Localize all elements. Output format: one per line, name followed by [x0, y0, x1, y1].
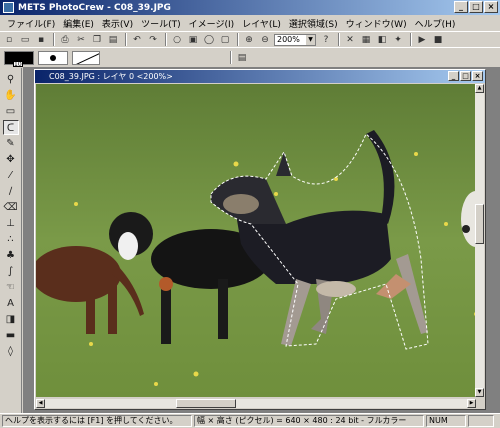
toolbar-separator	[165, 33, 167, 46]
scroll-left-icon[interactable]: ◀	[36, 399, 45, 408]
copy-icon[interactable]: ❐	[90, 33, 104, 46]
clear-icon[interactable]: ◊	[3, 344, 19, 359]
doc-maximize-button[interactable]: □	[460, 71, 471, 81]
spray-icon[interactable]: ∴	[3, 232, 19, 247]
print-icon[interactable]: ⎙	[58, 33, 72, 46]
line-icon	[76, 51, 99, 64]
smudge-icon[interactable]: ∫	[3, 264, 19, 279]
move-icon[interactable]: ✥	[3, 152, 19, 167]
menu-tools[interactable]: ツール(T)	[137, 17, 185, 30]
text-icon[interactable]: A	[3, 296, 19, 311]
rect-select-icon[interactable]: ▭	[3, 104, 19, 119]
toolbar-separator	[237, 33, 239, 46]
menu-file[interactable]: ファイル(F)	[3, 17, 59, 30]
grid-icon[interactable]: ▦	[359, 33, 373, 46]
scroll-down-icon[interactable]: ▼	[475, 388, 484, 397]
fill-icon[interactable]: ♣	[3, 248, 19, 263]
horizontal-scrollbar[interactable]: ◀ ▶	[36, 399, 476, 408]
main-toolbar: ▫ ▭ ▪ ⎙ ✂ ❐ ▤ ↶ ↷ ○ ▣ ◯ ▢ ⊕ ⊖ 200% ▼ ? ✕ …	[0, 31, 500, 47]
new-file-icon[interactable]: ▫	[2, 33, 16, 46]
open-folder-icon[interactable]: ▭	[18, 33, 32, 46]
photo-image	[36, 84, 476, 397]
stamp-icon[interactable]: ⊥	[3, 216, 19, 231]
close-button[interactable]: ×	[484, 1, 498, 13]
app-title: METS PhotoCrew - C08_39.JPG	[18, 2, 171, 13]
cut-icon[interactable]: ✂	[74, 33, 88, 46]
document-title: C08_39.JPG : レイヤ 0 <200%>	[49, 72, 173, 81]
ellipse-mode-icon[interactable]: ◯	[202, 33, 216, 46]
brush-icon[interactable]: ∕	[3, 184, 19, 199]
finger-icon[interactable]: ☜	[3, 280, 19, 295]
toolbar-separator	[125, 33, 127, 46]
image-canvas[interactable]	[36, 84, 476, 397]
frame-icon[interactable]: ▢	[218, 33, 232, 46]
document-window: C08_39.JPG : レイヤ 0 <200%> _ □ × ▲ ▼ ◀ ▶	[34, 69, 486, 410]
brush-dot-icon	[50, 54, 56, 61]
zoom-in-icon[interactable]: ⊕	[242, 33, 256, 46]
menu-view[interactable]: 表示(V)	[98, 17, 137, 30]
horizontal-scroll-thumb[interactable]	[176, 399, 236, 408]
menu-window[interactable]: ウィンドウ(W)	[342, 17, 411, 30]
status-empty	[468, 415, 494, 427]
redo-icon[interactable]: ↷	[146, 33, 160, 46]
options-bar: 10 ▤	[0, 47, 500, 67]
menu-selection[interactable]: 選択領域(S)	[285, 17, 342, 30]
color-swatch[interactable]: 10	[4, 50, 34, 68]
save-icon[interactable]: ▪	[34, 33, 48, 46]
palette-icon[interactable]: ◧	[375, 33, 389, 46]
toolbar-separator	[230, 51, 232, 64]
doc-minimize-button[interactable]: _	[448, 71, 459, 81]
app-titlebar: METS PhotoCrew - C08_39.JPG _ □ ×	[0, 0, 500, 15]
doc-close-button[interactable]: ×	[472, 71, 483, 81]
vertical-scroll-thumb[interactable]	[475, 204, 484, 244]
brush-shape-button[interactable]	[38, 50, 68, 65]
play-icon[interactable]: ▶	[415, 33, 429, 46]
brush-size-label: 10	[13, 60, 23, 68]
menu-edit[interactable]: 編集(E)	[59, 17, 98, 30]
toolbox: ⚲ ✋ ▭ ᑕ ✎ ✥ ⁄ ∕ ⌫ ⊥ ∴ ♣ ∫ ☜ A ◨ ▬ ◊	[0, 68, 22, 413]
menu-layer[interactable]: レイヤ(L)	[238, 17, 285, 30]
minimize-button[interactable]: _	[454, 1, 468, 13]
lasso-icon[interactable]: ᑕ	[2, 120, 19, 135]
undo-icon[interactable]: ↶	[130, 33, 144, 46]
rect-mode-icon[interactable]: ▣	[186, 33, 200, 46]
menu-help[interactable]: ヘルプ(H)	[411, 17, 460, 30]
crop-icon[interactable]: ✕	[343, 33, 357, 46]
stop-icon[interactable]: ■	[431, 33, 445, 46]
zoom-value: 200%	[277, 35, 300, 44]
gradient-icon[interactable]: ▬	[3, 328, 19, 343]
magic-wand-icon[interactable]: ✎	[3, 136, 19, 151]
document-icon	[37, 72, 46, 81]
shape-icon[interactable]: ◨	[3, 312, 19, 327]
eyedropper-icon[interactable]: ⁄	[3, 168, 19, 183]
chevron-down-icon: ▼	[306, 34, 315, 45]
status-image-info: 幅 × 高さ (ピクセル) = 640 × 480 : 24 bit - フルカ…	[194, 415, 424, 427]
effects-icon[interactable]: ✦	[391, 33, 405, 46]
maximize-button[interactable]: □	[469, 1, 483, 13]
paste-icon[interactable]: ▤	[106, 33, 120, 46]
layer-icon[interactable]: ▤	[235, 51, 249, 64]
menu-image[interactable]: イメージ(I)	[185, 17, 239, 30]
eraser-icon[interactable]: ⌫	[3, 200, 19, 215]
hand-icon[interactable]: ✋	[3, 88, 19, 103]
zoom-out-icon[interactable]: ⊖	[258, 33, 272, 46]
select-mode-icon[interactable]: ○	[170, 33, 184, 46]
toolbar-separator	[53, 33, 55, 46]
status-num-lock: NUM	[426, 415, 466, 427]
status-bar: ヘルプを表示するには [F1] を押してください。 幅 × 高さ (ピクセル) …	[0, 413, 500, 428]
magnifier-icon[interactable]: ⚲	[3, 72, 19, 87]
vertical-scrollbar[interactable]: ▲ ▼	[475, 84, 484, 397]
scroll-right-icon[interactable]: ▶	[467, 399, 476, 408]
toolbar-separator	[410, 33, 412, 46]
app-icon	[3, 2, 14, 13]
toolbar-separator	[338, 33, 340, 46]
zoom-select[interactable]: 200% ▼	[274, 33, 316, 46]
line-style-button[interactable]	[72, 50, 100, 65]
scroll-up-icon[interactable]: ▲	[475, 84, 484, 93]
status-help-text: ヘルプを表示するには [F1] を押してください。	[2, 415, 192, 427]
help-icon[interactable]: ?	[319, 33, 333, 46]
menu-bar: ファイル(F) 編集(E) 表示(V) ツール(T) イメージ(I) レイヤ(L…	[0, 15, 500, 31]
document-titlebar: C08_39.JPG : レイヤ 0 <200%> _ □ ×	[35, 70, 485, 83]
